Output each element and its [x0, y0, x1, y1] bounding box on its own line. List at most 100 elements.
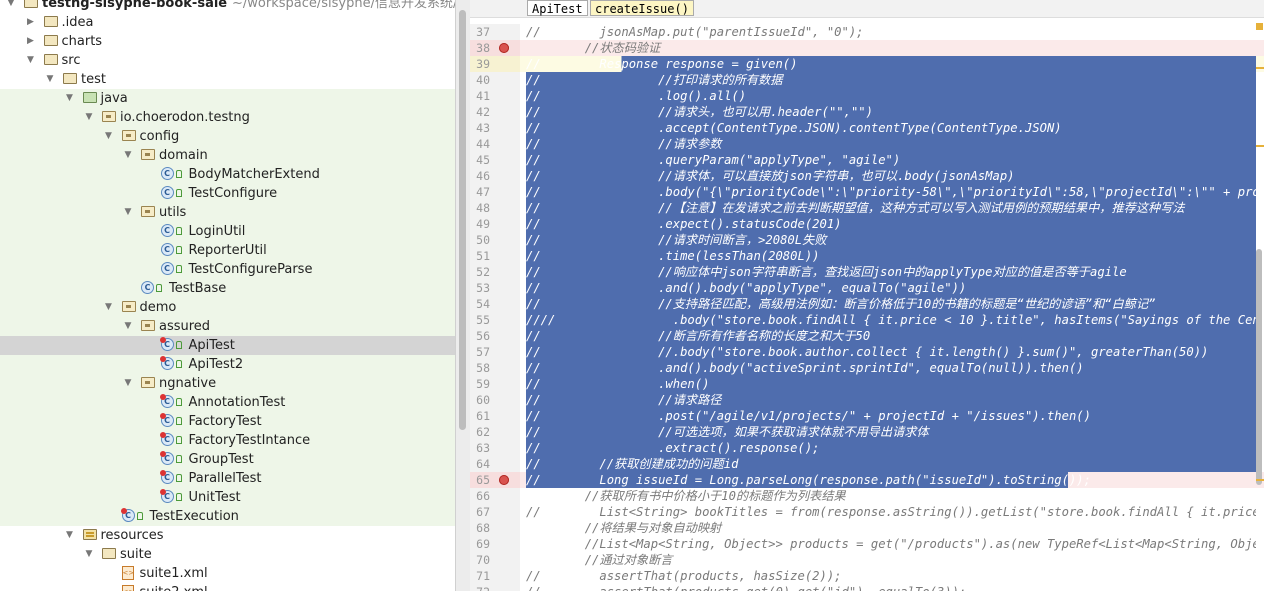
gutter[interactable]: 44: [470, 136, 520, 152]
tree-item-config[interactable]: ▼ config: [0, 127, 455, 146]
tree-item-resources[interactable]: ▼ resources: [0, 526, 455, 545]
tree-item-suite2-xml[interactable]: <> suite2.xml: [0, 583, 455, 591]
gutter[interactable]: 64: [470, 456, 520, 472]
gutter[interactable]: 37: [470, 24, 520, 40]
code-line[interactable]: 57 // //.body("store.book.author.collect …: [470, 344, 1264, 360]
code-line[interactable]: 49 // .expect().statusCode(201): [470, 216, 1264, 232]
code-line[interactable]: 53 // .and().body("applyType", equalTo("a…: [470, 280, 1264, 296]
code-line[interactable]: 64 // //获取创建成功的问题id: [470, 456, 1264, 472]
code-line[interactable]: 47 // .body("{\"priorityCode\":\"priority…: [470, 184, 1264, 200]
code-line[interactable]: 54 // //支持路径匹配，高级用法例如：断言价格低于10的书籍的标题是“世纪的…: [470, 296, 1264, 312]
code-line[interactable]: 72 // assertThat(products.get(0).get("id"…: [470, 584, 1264, 591]
gutter[interactable]: 42: [470, 104, 520, 120]
tree-item-testbase[interactable]: C TestBase: [0, 279, 455, 298]
gutter[interactable]: 68: [470, 520, 520, 536]
breadcrumb-class-apitest[interactable]: ApiTest: [527, 0, 588, 16]
tree-item-unittest[interactable]: C UnitTest: [0, 488, 455, 507]
code-line[interactable]: 59 // .when(): [470, 376, 1264, 392]
tree-item-utils[interactable]: ▼ utils: [0, 203, 455, 222]
code-line[interactable]: 39 // Response response = given(): [470, 56, 1264, 72]
tree-item-suite1-xml[interactable]: <> suite1.xml: [0, 564, 455, 583]
code-line[interactable]: 55 //// .body("store.book.findAll { it.pr…: [470, 312, 1264, 328]
gutter[interactable]: 53: [470, 280, 520, 296]
error-stripe-mark[interactable]: [1256, 145, 1264, 147]
tree-item-domain[interactable]: ▼ domain: [0, 146, 455, 165]
collapse-arrow-icon[interactable]: ▼: [104, 127, 114, 146]
tree-item-demo[interactable]: ▼ demo: [0, 298, 455, 317]
code-line[interactable]: 71 // assertThat(products, hasSize(2));: [470, 568, 1264, 584]
gutter[interactable]: 50: [470, 232, 520, 248]
code-line[interactable]: 51 // .time(lessThan(2080L)): [470, 248, 1264, 264]
tree-item-paralleltest[interactable]: C ParallelTest: [0, 469, 455, 488]
tree-item-suite[interactable]: ▼ suite: [0, 545, 455, 564]
gutter[interactable]: 61: [470, 408, 520, 424]
gutter[interactable]: 41: [470, 88, 520, 104]
tree-item-java[interactable]: ▼ java: [0, 89, 455, 108]
tree-item-grouptest[interactable]: C GroupTest: [0, 450, 455, 469]
tree-item-testconfigureparse[interactable]: C TestConfigureParse: [0, 260, 455, 279]
gutter[interactable]: 43: [470, 120, 520, 136]
gutter[interactable]: 39: [470, 56, 520, 72]
code-line[interactable]: 42 // //请求头，也可以用.header("",""): [470, 104, 1264, 120]
gutter[interactable]: 65: [470, 472, 520, 488]
code-line[interactable]: 63 // .extract().response();: [470, 440, 1264, 456]
collapse-arrow-icon[interactable]: ▼: [45, 70, 55, 89]
code-line[interactable]: 48 // //【注意】在发请求之前去判断期望值，这种方式可以写入测试用例的预期结…: [470, 200, 1264, 216]
panel-divider[interactable]: [455, 0, 471, 591]
tree-item-reporterutil[interactable]: C ReporterUtil: [0, 241, 455, 260]
gutter[interactable]: 47: [470, 184, 520, 200]
code-line[interactable]: 70 //通过对象断言: [470, 552, 1264, 568]
tree-item-assured[interactable]: ▼ assured: [0, 317, 455, 336]
code-line[interactable]: 38 //状态码验证: [470, 40, 1264, 56]
code-line[interactable]: 52 // //响应体中json字符串断言，查找返回json中的applyType…: [470, 264, 1264, 280]
tree-item-test[interactable]: ▼ test: [0, 70, 455, 89]
code-line[interactable]: 40 // //打印请求的所有数据: [470, 72, 1264, 88]
code-line[interactable]: 41 // .log().all(): [470, 88, 1264, 104]
tree-item--idea[interactable]: ▶ .idea: [0, 13, 455, 32]
collapse-arrow-icon[interactable]: ▼: [123, 374, 133, 393]
collapse-arrow-icon[interactable]: ▼: [123, 146, 133, 165]
breakpoint-icon[interactable]: [499, 475, 509, 485]
collapse-arrow-icon[interactable]: ▼: [6, 0, 16, 13]
code-editor[interactable]: ApiTest createIssue() 37 // jsonAsMap.put…: [470, 0, 1264, 591]
gutter[interactable]: 66: [470, 488, 520, 504]
gutter[interactable]: 45: [470, 152, 520, 168]
error-stripe-mark[interactable]: [1256, 67, 1264, 69]
gutter[interactable]: 62: [470, 424, 520, 440]
gutter[interactable]: 49: [470, 216, 520, 232]
error-stripe-mark[interactable]: [1256, 479, 1264, 481]
code-line[interactable]: 43 // .accept(ContentType.JSON).contentTy…: [470, 120, 1264, 136]
code-line[interactable]: 69 //List<Map<String, Object>> products …: [470, 536, 1264, 552]
tree-item-factorytestintance[interactable]: C FactoryTestIntance: [0, 431, 455, 450]
code-line[interactable]: 37 // jsonAsMap.put("parentIssueId", "0")…: [470, 24, 1264, 40]
tree-item-io-choerodon-testng[interactable]: ▼ io.choerodon.testng: [0, 108, 455, 127]
expand-arrow-icon[interactable]: ▶: [26, 32, 36, 51]
collapse-arrow-icon[interactable]: ▼: [84, 545, 94, 564]
tree-item-apitest2[interactable]: C ApiTest2: [0, 355, 455, 374]
collapse-arrow-icon[interactable]: ▼: [104, 298, 114, 317]
code-line[interactable]: 58 // .and().body("activeSprint.sprintId"…: [470, 360, 1264, 376]
code-line[interactable]: 60 // //请求路径: [470, 392, 1264, 408]
gutter[interactable]: 48: [470, 200, 520, 216]
gutter[interactable]: 40: [470, 72, 520, 88]
collapse-arrow-icon[interactable]: ▼: [84, 108, 94, 127]
gutter[interactable]: 59: [470, 376, 520, 392]
tree-item-charts[interactable]: ▶ charts: [0, 32, 455, 51]
tree-item-testexecution[interactable]: C TestExecution: [0, 507, 455, 526]
code-line[interactable]: 66 //获取所有书中价格小于10的标题作为列表结果: [470, 488, 1264, 504]
code-line[interactable]: 44 // //请求参数: [470, 136, 1264, 152]
code-line[interactable]: 45 // .queryParam("applyType", "agile"): [470, 152, 1264, 168]
collapse-arrow-icon[interactable]: ▼: [123, 317, 133, 336]
code-line[interactable]: 67 // List<String> bookTitles = from(resp…: [470, 504, 1264, 520]
breadcrumb-method-createissue[interactable]: createIssue(): [590, 0, 694, 16]
collapse-arrow-icon[interactable]: ▼: [65, 526, 75, 545]
gutter[interactable]: 56: [470, 328, 520, 344]
code-line[interactable]: 68 //将结果与对象自动映射: [470, 520, 1264, 536]
code-line[interactable]: 46 // //请求体，可以直接放json字符串，也可以.body(jsonAsM…: [470, 168, 1264, 184]
gutter[interactable]: 38: [470, 40, 520, 56]
tree-item-src[interactable]: ▼ src: [0, 51, 455, 70]
gutter[interactable]: 55: [470, 312, 520, 328]
gutter[interactable]: 70: [470, 552, 520, 568]
breakpoint-icon[interactable]: [499, 43, 509, 53]
editor-right-scrollbar[interactable]: [1256, 17, 1264, 591]
